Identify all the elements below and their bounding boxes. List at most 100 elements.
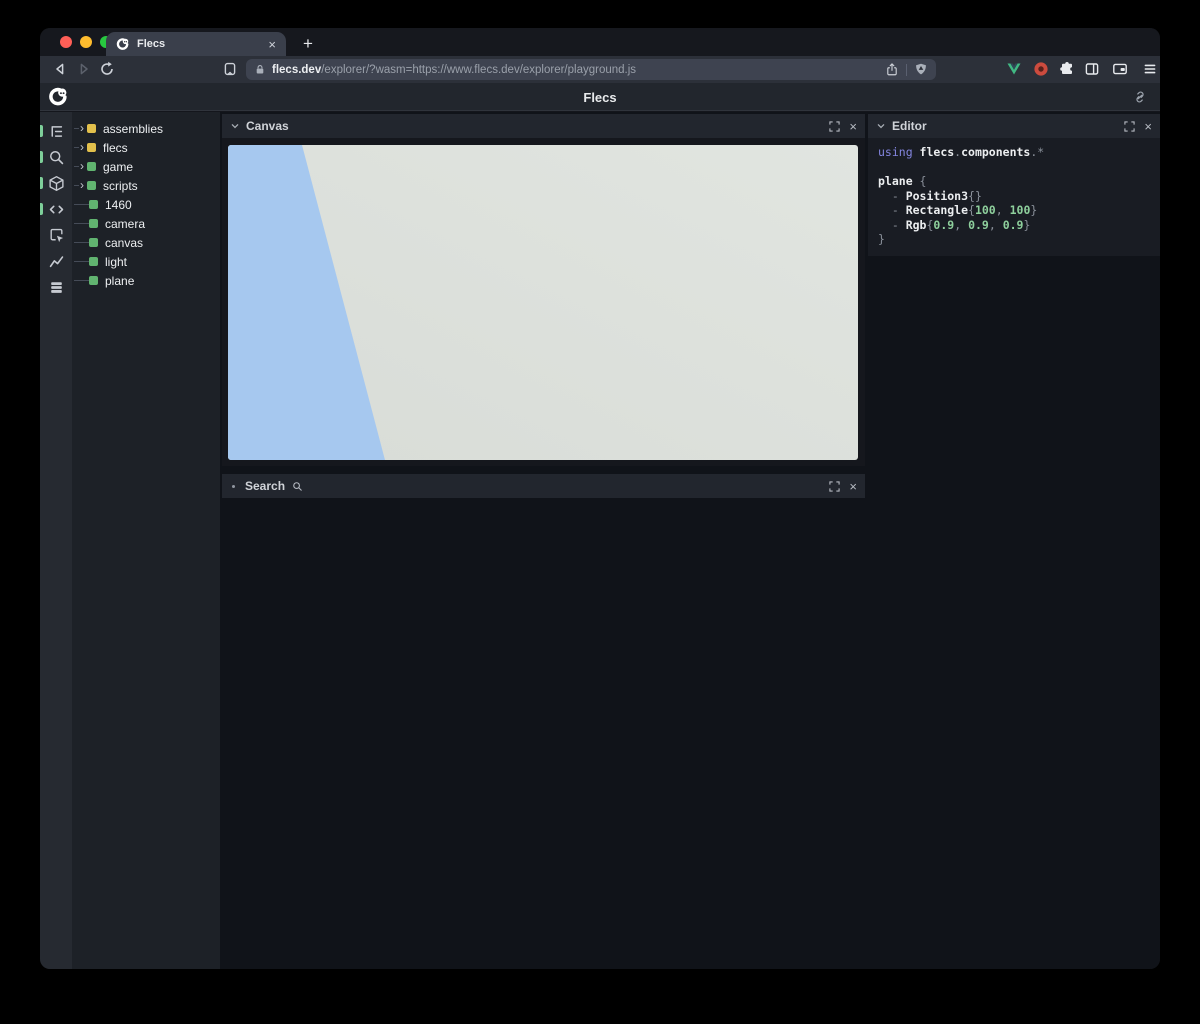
entity-tree: › assemblies › flecs › game › scripts 1460 camera… xyxy=(72,112,220,969)
editor-code[interactable]: using flecs.components.* plane { - Posit… xyxy=(868,138,1160,256)
rail-item-queries[interactable] xyxy=(40,274,72,300)
close-icon[interactable]: × xyxy=(849,120,857,133)
queries-icon xyxy=(48,279,65,296)
extensions-puzzle-icon[interactable] xyxy=(1059,61,1075,77)
browser-tab[interactable]: Flecs × xyxy=(106,32,286,56)
tree-guide-line xyxy=(74,280,89,281)
lock-icon xyxy=(254,63,266,76)
url-path: /explorer/?wasm=https://www.flecs.dev/ex… xyxy=(321,64,636,76)
expand-chevron-icon[interactable]: › xyxy=(80,159,84,173)
canvas-panel-header[interactable]: Canvas × xyxy=(222,114,865,138)
code-line: - Position3{} xyxy=(878,189,1150,204)
new-tab-button[interactable]: + xyxy=(296,32,320,56)
reload-icon[interactable] xyxy=(99,61,115,77)
collapsed-dot-icon xyxy=(232,485,235,488)
app-title: Flecs xyxy=(40,83,1160,111)
bookmark-icon[interactable] xyxy=(222,61,238,77)
entity-badge xyxy=(89,257,98,266)
tree-item-camera[interactable]: camera xyxy=(72,214,220,233)
editor-panel-header[interactable]: Editor × xyxy=(868,114,1160,138)
entity-label: 1460 xyxy=(105,198,132,212)
tab-strip: Flecs × + xyxy=(40,28,1160,56)
active-indicator xyxy=(40,203,43,215)
fullscreen-icon[interactable] xyxy=(1124,121,1135,132)
wallet-icon[interactable] xyxy=(1112,61,1128,77)
sidebar-toggle-icon[interactable] xyxy=(1084,61,1100,77)
tree-item-assemblies[interactable]: › assemblies xyxy=(72,119,220,138)
chevron-down-icon[interactable] xyxy=(876,121,886,131)
code-line: } xyxy=(878,232,1150,247)
rail-item-stats[interactable] xyxy=(40,248,72,274)
entity-label: light xyxy=(105,255,127,269)
back-icon[interactable] xyxy=(52,61,68,77)
tab-close-icon[interactable]: × xyxy=(268,38,276,51)
rail-item-code[interactable] xyxy=(40,196,72,222)
tree-guide-line xyxy=(74,147,79,148)
chevron-down-icon[interactable] xyxy=(230,121,240,131)
rail-item-search[interactable] xyxy=(40,144,72,170)
editor-panel: Editor × using flecs.components.* plane … xyxy=(868,114,1160,256)
fullscreen-icon[interactable] xyxy=(829,481,840,492)
close-window-button[interactable] xyxy=(60,36,72,48)
rail-item-entities[interactable] xyxy=(40,170,72,196)
rail-item-inspect[interactable] xyxy=(40,222,72,248)
share-icon[interactable] xyxy=(885,62,899,77)
tree-item-1460[interactable]: 1460 xyxy=(72,195,220,214)
canvas-body xyxy=(222,138,865,466)
tree-guide-line xyxy=(74,261,89,262)
brave-shield-icon[interactable] xyxy=(914,62,928,77)
url-bar[interactable]: flecs.dev/explorer/?wasm=https://www.fle… xyxy=(246,59,936,80)
tree-item-game[interactable]: › game xyxy=(72,157,220,176)
tree-item-flecs[interactable]: › flecs xyxy=(72,138,220,157)
code-line: plane { xyxy=(878,174,1150,189)
tree-guide-line xyxy=(74,223,89,224)
menu-icon[interactable] xyxy=(1142,61,1158,77)
expand-chevron-icon[interactable]: › xyxy=(80,140,84,154)
entity-badge xyxy=(87,162,96,171)
entity-badge xyxy=(89,276,98,285)
canvas-panel-title: Canvas xyxy=(246,119,289,133)
url-domain: flecs.dev xyxy=(272,64,321,76)
divider xyxy=(906,64,907,76)
outliner-icon xyxy=(48,123,65,140)
entity-badge xyxy=(87,181,96,190)
expand-chevron-icon[interactable]: › xyxy=(80,178,84,192)
tree-item-light[interactable]: light xyxy=(72,252,220,271)
close-icon[interactable]: × xyxy=(849,480,857,493)
entity-label: assemblies xyxy=(103,122,163,136)
tree-item-canvas[interactable]: canvas xyxy=(72,233,220,252)
vue-devtools-icon[interactable] xyxy=(1006,61,1022,77)
entity-badge xyxy=(89,238,98,247)
entity-badge xyxy=(89,200,98,209)
tree-item-plane[interactable]: plane xyxy=(72,271,220,290)
tree-guide-line xyxy=(74,128,79,129)
tab-title: Flecs xyxy=(137,38,261,50)
close-icon[interactable]: × xyxy=(1144,120,1152,133)
rail-item-outliner[interactable] xyxy=(40,118,72,144)
entity-label: game xyxy=(103,160,133,174)
stats-icon xyxy=(48,253,65,270)
tree-guide-line xyxy=(74,242,89,243)
icon-rail xyxy=(40,112,72,969)
code-line: - Rgb{0.9, 0.9, 0.9} xyxy=(878,218,1150,233)
main-area: Canvas × Search xyxy=(220,112,1160,969)
flecs-favicon-icon xyxy=(116,37,130,51)
expand-chevron-icon[interactable]: › xyxy=(80,121,84,135)
entity-badge xyxy=(87,143,96,152)
entity-label: scripts xyxy=(103,179,138,193)
entity-label: plane xyxy=(105,274,134,288)
search-icon xyxy=(292,481,303,492)
entity-label: canvas xyxy=(105,236,143,250)
tree-guide-line xyxy=(74,166,79,167)
entity-label: flecs xyxy=(103,141,128,155)
search-panel-header[interactable]: Search × xyxy=(222,474,865,498)
entity-badge xyxy=(89,219,98,228)
minimize-window-button[interactable] xyxy=(80,36,92,48)
tree-item-scripts[interactable]: › scripts xyxy=(72,176,220,195)
editor-panel-title: Editor xyxy=(892,119,927,133)
3d-scene-canvas[interactable] xyxy=(228,145,858,460)
share-link-icon[interactable] xyxy=(1132,89,1148,105)
code-line: - Rectangle{100, 100} xyxy=(878,203,1150,218)
fullscreen-icon[interactable] xyxy=(829,121,840,132)
extension-red-icon[interactable] xyxy=(1033,61,1049,77)
